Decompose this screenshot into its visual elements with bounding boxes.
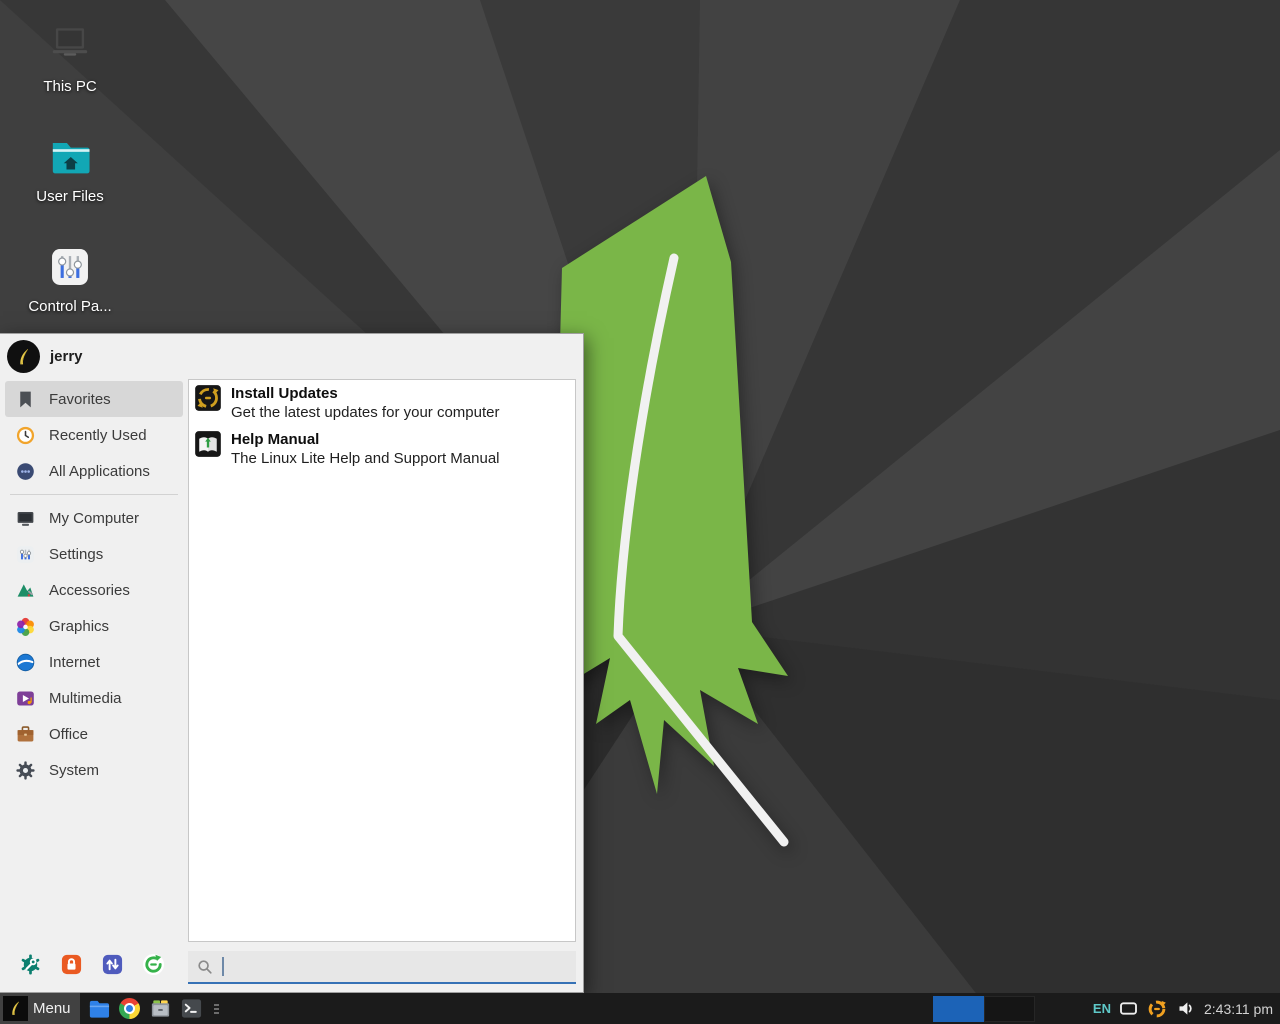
category-label: Settings — [49, 546, 103, 563]
file-manager-icon — [87, 997, 110, 1020]
search-input[interactable] — [188, 951, 576, 984]
menu-button[interactable]: Menu — [0, 993, 80, 1024]
control-panel-icon — [45, 242, 95, 292]
username: jerry — [50, 348, 83, 365]
archive-launcher[interactable] — [149, 997, 173, 1021]
whisker-menu: jerry Favorites Recently Used — [0, 333, 584, 993]
taskbar: Menu EN — [0, 993, 1280, 1024]
shutdown-button[interactable] — [142, 952, 166, 976]
menu-header: jerry — [0, 334, 583, 379]
feather-avatar-icon — [13, 346, 35, 368]
settings-manager-icon — [19, 953, 42, 976]
desktop-icon-label: User Files — [20, 188, 120, 205]
volume-icon[interactable] — [1176, 998, 1197, 1019]
chrome-icon — [119, 998, 140, 1019]
switch-user-icon — [101, 953, 124, 976]
category-accessories[interactable]: Accessories — [5, 572, 183, 608]
system-gear-icon — [13, 758, 37, 782]
app-text: Help Manual The Linux Lite Help and Supp… — [231, 430, 500, 468]
category-label: System — [49, 762, 99, 779]
computer-icon — [13, 506, 37, 530]
category-multimedia[interactable]: Multimedia — [5, 680, 183, 716]
category-system[interactable]: System — [5, 752, 183, 788]
settings-sliders-icon — [13, 542, 37, 566]
this-pc-icon — [45, 22, 95, 72]
system-tray: EN — [1093, 998, 1197, 1020]
nav-label: Recently Used — [49, 427, 147, 444]
lock-screen-icon — [60, 953, 83, 976]
help-manual-icon — [194, 430, 222, 458]
accessories-icon — [13, 578, 37, 602]
category-label: Accessories — [49, 582, 130, 599]
category-label: My Computer — [49, 510, 139, 527]
internet-globe-icon — [13, 650, 37, 674]
bookmark-icon — [13, 387, 37, 411]
nav-recently-used[interactable]: Recently Used — [5, 417, 183, 453]
graphics-icon — [13, 614, 37, 638]
multimedia-icon — [13, 686, 37, 710]
menu-apps-panel: Install Updates Get the latest updates f… — [188, 379, 576, 942]
category-my-computer[interactable]: My Computer — [5, 500, 183, 536]
app-help-manual[interactable]: Help Manual The Linux Lite Help and Supp… — [189, 426, 575, 472]
user-avatar[interactable] — [7, 340, 40, 373]
nav-label: Favorites — [49, 391, 111, 408]
user-files-icon — [45, 132, 95, 182]
keyboard-layout-indicator[interactable]: EN — [1093, 1001, 1111, 1016]
all-apps-icon — [13, 459, 37, 483]
category-office[interactable]: Office — [5, 716, 183, 752]
workspace-pager[interactable] — [933, 996, 1035, 1022]
desktop-icon-label: Control Pa... — [20, 298, 120, 315]
app-text: Install Updates Get the latest updates f… — [231, 384, 499, 422]
linuxlite-feather-icon — [3, 996, 28, 1021]
chrome-launcher[interactable] — [118, 997, 142, 1021]
nav-label: All Applications — [49, 463, 150, 480]
category-label: Internet — [49, 654, 100, 671]
office-briefcase-icon — [13, 722, 37, 746]
nav-all-applications[interactable]: All Applications — [5, 453, 183, 489]
terminal-icon — [180, 997, 203, 1020]
desktop-icon-label: This PC — [20, 78, 120, 95]
menu-sidebar: Favorites Recently Used All Applications — [0, 379, 188, 942]
desktop-icon-control-panel[interactable]: Control Pa... — [20, 242, 120, 315]
category-label: Office — [49, 726, 88, 743]
shutdown-icon — [142, 953, 165, 976]
menu-action-bar — [0, 942, 188, 992]
nav-favorites[interactable]: Favorites — [5, 381, 183, 417]
app-title: Help Manual — [231, 430, 500, 449]
terminal-launcher[interactable] — [180, 997, 204, 1021]
updates-icon[interactable] — [1146, 998, 1168, 1020]
app-title: Install Updates — [231, 384, 499, 403]
settings-manager-button[interactable] — [18, 952, 42, 976]
switch-user-button[interactable] — [101, 952, 125, 976]
app-subtitle: Get the latest updates for your computer — [231, 403, 499, 422]
file-manager-launcher[interactable] — [87, 997, 111, 1021]
category-internet[interactable]: Internet — [5, 644, 183, 680]
clipboard-icon[interactable] — [1119, 1001, 1138, 1016]
sidebar-separator — [10, 494, 178, 495]
text-caret — [222, 957, 224, 976]
app-install-updates[interactable]: Install Updates Get the latest updates f… — [189, 380, 575, 426]
install-updates-icon — [194, 384, 222, 412]
app-subtitle: The Linux Lite Help and Support Manual — [231, 449, 500, 468]
category-label: Multimedia — [49, 690, 122, 707]
window-list-handle[interactable] — [214, 1004, 219, 1014]
workspace-1-active[interactable] — [933, 996, 984, 1022]
file-cabinet-icon — [149, 997, 172, 1020]
category-label: Graphics — [49, 618, 109, 635]
category-settings[interactable]: Settings — [5, 536, 183, 572]
desktop-icon-user-files[interactable]: User Files — [20, 132, 120, 205]
category-graphics[interactable]: Graphics — [5, 608, 183, 644]
desktop-icon-this-pc[interactable]: This PC — [20, 22, 120, 95]
lock-screen-button[interactable] — [59, 952, 83, 976]
menu-button-label: Menu — [33, 1000, 71, 1017]
clock[interactable]: 2:43:11 pm — [1204, 1001, 1273, 1017]
workspace-2[interactable] — [984, 996, 1035, 1022]
search-icon — [197, 959, 213, 975]
clock-icon — [13, 423, 37, 447]
